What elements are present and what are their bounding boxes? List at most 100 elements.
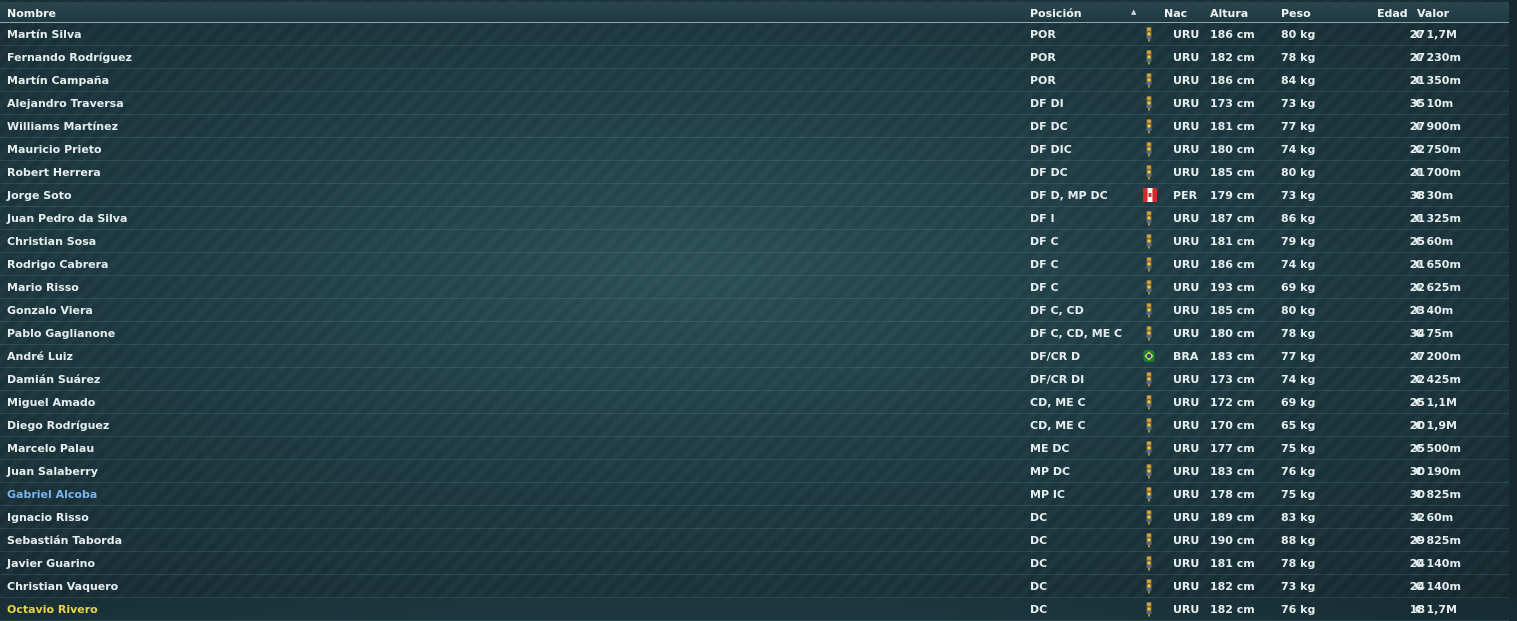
player-value: € 1,7M bbox=[1415, 28, 1457, 41]
player-value: € 900m bbox=[1415, 120, 1461, 133]
player-name[interactable]: Gabriel Alcoba bbox=[7, 488, 97, 501]
player-position: DF/CR D bbox=[1030, 350, 1081, 363]
column-header-position[interactable]: Posición bbox=[1030, 7, 1082, 20]
column-header-nationality[interactable]: Nac bbox=[1164, 7, 1187, 20]
player-value: € 1,7M bbox=[1415, 603, 1457, 616]
player-height: 189 cm bbox=[1210, 511, 1255, 524]
table-row[interactable]: Juan Pedro da Silva DF I URU 187 cm 86 k… bbox=[0, 207, 1509, 230]
table-row[interactable]: Gonzalo Viera DF C, CD URU 185 cm 80 kg … bbox=[0, 299, 1509, 322]
player-name[interactable]: Jorge Soto bbox=[7, 189, 72, 202]
player-name[interactable]: Rodrigo Cabrera bbox=[7, 258, 108, 271]
uruguay-flag-icon bbox=[1143, 532, 1155, 548]
table-row[interactable]: Damián Suárez DF/CR DI URU 173 cm 74 kg … bbox=[0, 368, 1509, 391]
player-name[interactable]: Pablo Gaglianone bbox=[7, 327, 115, 340]
player-height: 185 cm bbox=[1210, 304, 1255, 317]
player-name[interactable]: Fernando Rodríguez bbox=[7, 51, 132, 64]
player-value: € 750m bbox=[1415, 143, 1461, 156]
player-height: 190 cm bbox=[1210, 534, 1255, 547]
table-row[interactable]: Mauricio Prieto DF DIC URU 180 cm 74 kg … bbox=[0, 138, 1509, 161]
player-name[interactable]: Mauricio Prieto bbox=[7, 143, 102, 156]
table-row[interactable]: André Luiz DF/CR D BRA 183 cm 77 kg 27 €… bbox=[0, 345, 1509, 368]
table-row[interactable]: Alejandro Traversa DF DI URU 173 cm 73 k… bbox=[0, 92, 1509, 115]
player-name[interactable]: Mario Risso bbox=[7, 281, 79, 294]
player-weight: 80 kg bbox=[1281, 166, 1316, 179]
uruguay-flag-icon bbox=[1143, 233, 1155, 249]
table-row[interactable]: Javier Guarino DC URU 181 cm 78 kg 24 € … bbox=[0, 552, 1509, 575]
player-name[interactable]: Christian Sosa bbox=[7, 235, 96, 248]
table-row[interactable]: Ignacio Risso DC URU 189 cm 83 kg 32 € 6… bbox=[0, 506, 1509, 529]
player-value: € 30m bbox=[1415, 189, 1454, 202]
player-position: DF I bbox=[1030, 212, 1055, 225]
player-name[interactable]: Miguel Amado bbox=[7, 396, 95, 409]
player-height: 183 cm bbox=[1210, 465, 1255, 478]
player-weight: 75 kg bbox=[1281, 488, 1316, 501]
table-row[interactable]: Martín Silva POR URU 186 cm 80 kg 27 € 1… bbox=[0, 23, 1509, 46]
table-row[interactable]: Christian Vaquero DC URU 182 cm 73 kg 24… bbox=[0, 575, 1509, 598]
player-name[interactable]: Gonzalo Viera bbox=[7, 304, 93, 317]
uruguay-flag-icon bbox=[1143, 141, 1155, 157]
column-header-age[interactable]: Edad bbox=[1377, 7, 1408, 20]
table-row[interactable]: Marcelo Palau ME DC URU 177 cm 75 kg 25 … bbox=[0, 437, 1509, 460]
table-row[interactable]: Mario Risso DF C URU 193 cm 69 kg 22 € 6… bbox=[0, 276, 1509, 299]
table-row[interactable]: Christian Sosa DF C URU 181 cm 79 kg 25 … bbox=[0, 230, 1509, 253]
player-nationality: URU bbox=[1173, 143, 1200, 156]
table-row[interactable]: Jorge Soto DF D, MP DC PER 179 cm 73 kg … bbox=[0, 184, 1509, 207]
player-name[interactable]: Martín Silva bbox=[7, 28, 82, 41]
player-height: 181 cm bbox=[1210, 235, 1255, 248]
scrollbar[interactable] bbox=[1509, 0, 1517, 598]
player-name[interactable]: Juan Salaberry bbox=[7, 465, 98, 478]
player-nationality: URU bbox=[1173, 557, 1200, 570]
player-name[interactable]: Damián Suárez bbox=[7, 373, 100, 386]
squad-table: Nombre Posición ▲ Nac Altura Peso Edad V… bbox=[0, 0, 1509, 621]
uruguay-flag-icon bbox=[1143, 325, 1155, 341]
player-name[interactable]: Juan Pedro da Silva bbox=[7, 212, 127, 225]
table-row[interactable]: Pablo Gaglianone DF C, CD, ME C URU 180 … bbox=[0, 322, 1509, 345]
player-name[interactable]: Marcelo Palau bbox=[7, 442, 94, 455]
table-row[interactable]: Octavio Rivero DC URU 182 cm 76 kg 18 € … bbox=[0, 598, 1509, 621]
player-value: € 10m bbox=[1415, 97, 1454, 110]
table-row[interactable]: Martín Campaña POR URU 186 cm 84 kg 21 €… bbox=[0, 69, 1509, 92]
player-value: € 200m bbox=[1415, 350, 1461, 363]
player-height: 187 cm bbox=[1210, 212, 1255, 225]
table-row[interactable]: Williams Martínez DF DC URU 181 cm 77 kg… bbox=[0, 115, 1509, 138]
player-weight: 80 kg bbox=[1281, 304, 1316, 317]
player-name[interactable]: Sebastián Taborda bbox=[7, 534, 122, 547]
player-name[interactable]: Christian Vaquero bbox=[7, 580, 118, 593]
player-name[interactable]: Octavio Rivero bbox=[7, 603, 98, 616]
column-header-value[interactable]: Valor bbox=[1417, 7, 1449, 20]
uruguay-flag-icon bbox=[1143, 509, 1155, 525]
player-name[interactable]: Diego Rodríguez bbox=[7, 419, 109, 432]
player-name[interactable]: Robert Herrera bbox=[7, 166, 101, 179]
player-name[interactable]: Williams Martínez bbox=[7, 120, 118, 133]
column-header-height[interactable]: Altura bbox=[1210, 7, 1248, 20]
player-name[interactable]: Javier Guarino bbox=[7, 557, 95, 570]
player-position: DC bbox=[1030, 580, 1048, 593]
player-height: 172 cm bbox=[1210, 396, 1255, 409]
player-name[interactable]: André Luiz bbox=[7, 350, 73, 363]
uruguay-flag-icon bbox=[1143, 164, 1155, 180]
player-nationality: URU bbox=[1173, 603, 1200, 616]
player-height: 181 cm bbox=[1210, 557, 1255, 570]
column-header-name[interactable]: Nombre bbox=[7, 7, 56, 20]
player-weight: 78 kg bbox=[1281, 557, 1316, 570]
column-header-weight[interactable]: Peso bbox=[1281, 7, 1311, 20]
uruguay-flag-icon bbox=[1143, 394, 1155, 410]
player-position: DF C, CD bbox=[1030, 304, 1084, 317]
table-row[interactable]: Fernando Rodríguez POR URU 182 cm 78 kg … bbox=[0, 46, 1509, 69]
player-position: MP IC bbox=[1030, 488, 1066, 501]
player-height: 182 cm bbox=[1210, 580, 1255, 593]
uruguay-flag-icon bbox=[1143, 463, 1155, 479]
player-name[interactable]: Alejandro Traversa bbox=[7, 97, 124, 110]
table-row[interactable]: Miguel Amado CD, ME C URU 172 cm 69 kg 2… bbox=[0, 391, 1509, 414]
uruguay-flag-icon bbox=[1143, 578, 1155, 594]
table-row[interactable]: Juan Salaberry MP DC URU 183 cm 76 kg 30… bbox=[0, 460, 1509, 483]
player-value: € 140m bbox=[1415, 557, 1461, 570]
table-row[interactable]: Rodrigo Cabrera DF C URU 186 cm 74 kg 21… bbox=[0, 253, 1509, 276]
player-height: 173 cm bbox=[1210, 97, 1255, 110]
table-row[interactable]: Robert Herrera DF DC URU 185 cm 80 kg 21… bbox=[0, 161, 1509, 184]
player-name[interactable]: Ignacio Risso bbox=[7, 511, 89, 524]
player-name[interactable]: Martín Campaña bbox=[7, 74, 109, 87]
table-row[interactable]: Sebastián Taborda DC URU 190 cm 88 kg 29… bbox=[0, 529, 1509, 552]
table-row[interactable]: Diego Rodríguez CD, ME C URU 170 cm 65 k… bbox=[0, 414, 1509, 437]
table-row[interactable]: Gabriel Alcoba MP IC URU 178 cm 75 kg 30… bbox=[0, 483, 1509, 506]
